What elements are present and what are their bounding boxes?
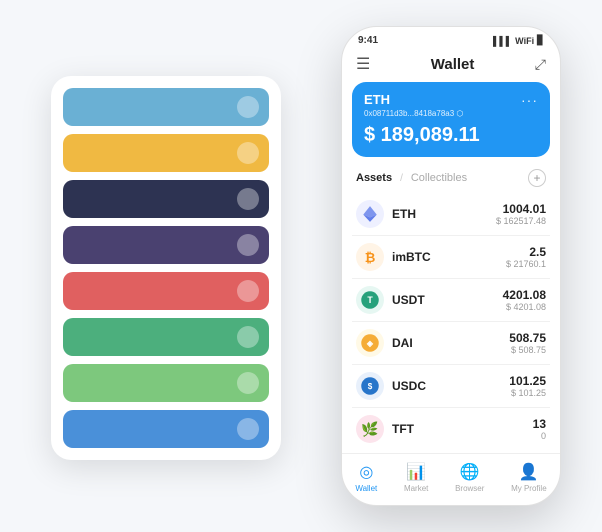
plus-icon: + bbox=[533, 171, 540, 185]
table-row[interactable]: ₿ imBTC 2.5 $ 21760.1 bbox=[352, 236, 550, 279]
asset-amount: 1004.01 bbox=[496, 202, 546, 216]
nav-browser-label: Browser bbox=[455, 484, 484, 493]
asset-amount: 2.5 bbox=[506, 245, 546, 259]
table-row[interactable]: ETH 1004.01 $ 162517.48 bbox=[352, 193, 550, 236]
asset-usd: $ 508.75 bbox=[509, 345, 546, 355]
scene: 9:41 ▌▌▌ WiFi ▊ ☰ Wallet ⤢ ··· ETH 0x087… bbox=[21, 16, 581, 516]
asset-usd: $ 162517.48 bbox=[496, 216, 546, 226]
nav-market-label: Market bbox=[404, 484, 428, 493]
browser-icon: 🌐 bbox=[460, 462, 480, 482]
market-icon: 📊 bbox=[406, 462, 426, 482]
nav-market[interactable]: 📊 Market bbox=[404, 462, 428, 493]
asset-usd: $ 101.25 bbox=[509, 388, 546, 398]
asset-name: TFT bbox=[392, 422, 533, 436]
asset-name: imBTC bbox=[392, 250, 506, 264]
svg-text:◈: ◈ bbox=[366, 339, 374, 348]
asset-values: 4201.08 $ 4201.08 bbox=[503, 288, 546, 312]
imbtc-icon: ₿ bbox=[356, 243, 384, 271]
list-item bbox=[63, 180, 269, 218]
table-row[interactable]: $ USDC 101.25 $ 101.25 bbox=[352, 365, 550, 408]
asset-values: 2.5 $ 21760.1 bbox=[506, 245, 546, 269]
asset-values: 101.25 $ 101.25 bbox=[509, 374, 546, 398]
asset-values: 508.75 $ 508.75 bbox=[509, 331, 546, 355]
asset-values: 13 0 bbox=[533, 417, 546, 441]
asset-name: DAI bbox=[392, 336, 509, 350]
eth-icon bbox=[356, 200, 384, 228]
list-item bbox=[63, 134, 269, 172]
nav-wallet-label: Wallet bbox=[355, 484, 377, 493]
asset-name: USDC bbox=[392, 379, 509, 393]
list-item bbox=[63, 88, 269, 126]
usdc-icon: $ bbox=[356, 372, 384, 400]
signal-icon: ▌▌▌ bbox=[493, 36, 512, 46]
assets-tabs: Assets / Collectibles bbox=[356, 172, 467, 184]
profile-icon: 👤 bbox=[519, 462, 539, 482]
table-row[interactable]: ◈ DAI 508.75 $ 508.75 bbox=[352, 322, 550, 365]
svg-text:$: $ bbox=[368, 382, 373, 391]
dai-icon: ◈ bbox=[356, 329, 384, 357]
nav-wallet[interactable]: ◎ Wallet bbox=[355, 462, 377, 493]
asset-usd: $ 4201.08 bbox=[503, 302, 546, 312]
wallet-icon: ◎ bbox=[359, 462, 373, 482]
asset-name: ETH bbox=[392, 207, 496, 221]
table-row[interactable]: 🌿 TFT 13 0 bbox=[352, 408, 550, 450]
tab-divider: / bbox=[400, 173, 403, 184]
assets-header: Assets / Collectibles + bbox=[342, 165, 560, 193]
asset-values: 1004.01 $ 162517.48 bbox=[496, 202, 546, 226]
menu-icon[interactable]: ☰ bbox=[356, 54, 370, 74]
card-stack bbox=[51, 76, 281, 460]
add-asset-button[interactable]: + bbox=[528, 169, 546, 187]
asset-amount: 508.75 bbox=[509, 331, 546, 345]
asset-amount: 101.25 bbox=[509, 374, 546, 388]
tab-collectibles[interactable]: Collectibles bbox=[411, 172, 467, 184]
expand-icon[interactable]: ⤢ bbox=[535, 56, 546, 73]
list-item bbox=[63, 272, 269, 310]
asset-amount: 13 bbox=[533, 417, 546, 431]
bottom-nav: ◎ Wallet 📊 Market 🌐 Browser 👤 My Profile bbox=[342, 453, 560, 505]
nav-profile[interactable]: 👤 My Profile bbox=[511, 462, 547, 493]
battery-icon: ▊ bbox=[537, 35, 544, 46]
asset-list: ETH 1004.01 $ 162517.48 ₿ imBTC 2.5 $ 21… bbox=[342, 193, 560, 453]
wifi-icon: WiFi bbox=[515, 36, 534, 46]
svg-text:T: T bbox=[367, 295, 373, 305]
asset-usd: $ 21760.1 bbox=[506, 259, 546, 269]
nav-profile-label: My Profile bbox=[511, 484, 547, 493]
asset-name: USDT bbox=[392, 293, 503, 307]
phone-header: ☰ Wallet ⤢ bbox=[342, 50, 560, 82]
list-item bbox=[63, 364, 269, 402]
usdt-icon: T bbox=[356, 286, 384, 314]
eth-card-title: ETH bbox=[364, 92, 538, 107]
status-bar: 9:41 ▌▌▌ WiFi ▊ bbox=[342, 27, 560, 50]
asset-amount: 4201.08 bbox=[503, 288, 546, 302]
eth-card[interactable]: ··· ETH 0x08711d3b...8418a78a3 ⬡ $ 189,0… bbox=[352, 82, 550, 157]
status-icons: ▌▌▌ WiFi ▊ bbox=[493, 35, 544, 46]
tab-assets[interactable]: Assets bbox=[356, 172, 392, 184]
eth-card-balance: $ 189,089.11 bbox=[364, 124, 538, 147]
asset-usd: 0 bbox=[533, 431, 546, 441]
page-title: Wallet bbox=[431, 56, 475, 73]
status-time: 9:41 bbox=[358, 35, 378, 46]
list-item bbox=[63, 226, 269, 264]
tft-icon: 🌿 bbox=[356, 415, 384, 443]
phone-mockup: 9:41 ▌▌▌ WiFi ▊ ☰ Wallet ⤢ ··· ETH 0x087… bbox=[341, 26, 561, 506]
more-icon[interactable]: ··· bbox=[521, 92, 538, 108]
eth-card-address: 0x08711d3b...8418a78a3 ⬡ bbox=[364, 109, 538, 118]
table-row[interactable]: T USDT 4201.08 $ 4201.08 bbox=[352, 279, 550, 322]
list-item bbox=[63, 410, 269, 448]
nav-browser[interactable]: 🌐 Browser bbox=[455, 462, 484, 493]
list-item bbox=[63, 318, 269, 356]
